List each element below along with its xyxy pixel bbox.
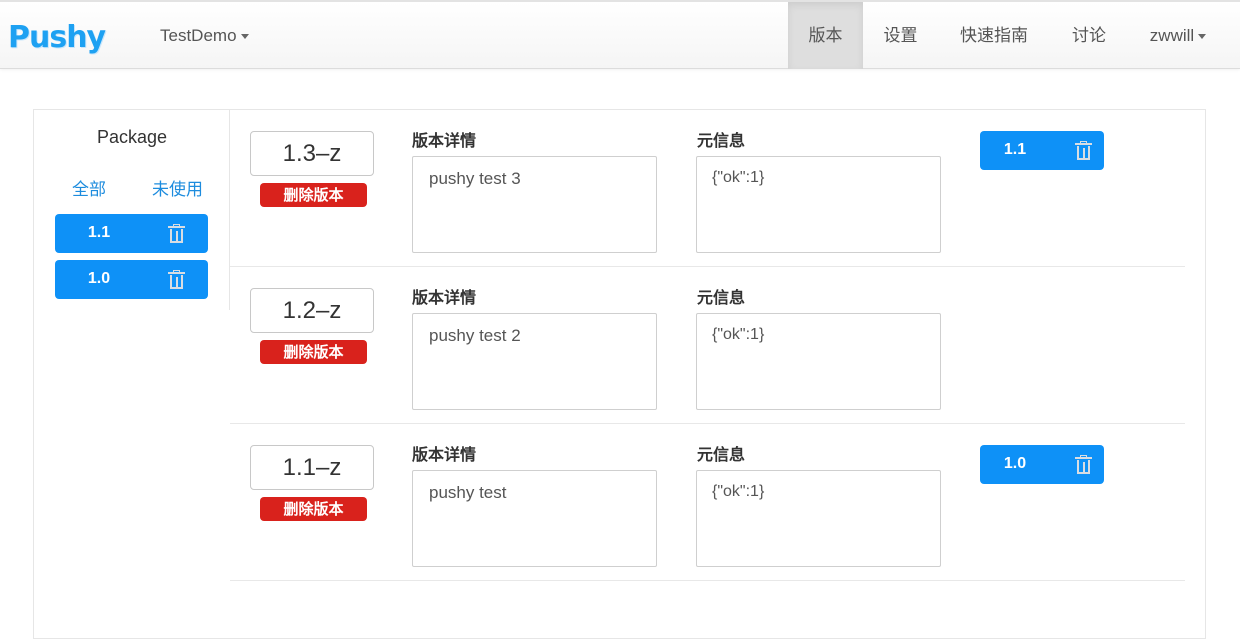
description-label: 版本详情	[412, 288, 477, 307]
top-navbar: Pushy TestDemo 版本 设置 快速指南 讨论 zwwill	[0, 0, 1240, 69]
brand-logo[interactable]: Pushy	[8, 20, 106, 55]
versions-panel: Package 全部 未使用 1.1 1.0 1.3–z 删除版本 版本详情 p…	[33, 109, 1206, 639]
version-row: 1.1–z 删除版本 版本详情 pushy test 元信息 {"ok":1} …	[230, 424, 1185, 581]
app-selector-label: TestDemo	[160, 26, 237, 45]
user-menu-dropdown[interactable]: zwwill	[1128, 2, 1228, 69]
metadata-textarea[interactable]: {"ok":1}	[696, 470, 941, 567]
version-name: 1.2–z	[250, 288, 374, 333]
description-label: 版本详情	[412, 131, 477, 150]
bound-package-button[interactable]: 1.0	[980, 445, 1104, 484]
package-label: 1.1	[87, 224, 111, 241]
caret-down-icon	[240, 34, 249, 40]
version-name: 1.1–z	[250, 445, 374, 490]
bound-package-label: 1.0	[1003, 455, 1027, 472]
package-item-1-0[interactable]: 1.0	[55, 260, 208, 299]
delete-version-button[interactable]: 删除版本	[260, 340, 367, 364]
delete-version-button[interactable]: 删除版本	[260, 183, 367, 207]
version-name: 1.3–z	[250, 131, 374, 176]
description-textarea[interactable]: pushy test	[412, 470, 657, 567]
sidebar-title: Package	[96, 127, 168, 147]
package-item-1-1[interactable]: 1.1	[55, 214, 208, 253]
metadata-label: 元信息	[697, 445, 746, 464]
package-sidebar: Package 全部 未使用 1.1 1.0	[34, 110, 230, 310]
bound-package-label: 1.1	[1003, 141, 1027, 158]
metadata-label: 元信息	[697, 288, 746, 307]
nav-tab-settings[interactable]: 设置	[863, 2, 938, 69]
trash-icon[interactable]	[168, 224, 185, 243]
bound-package-button[interactable]: 1.1	[980, 131, 1104, 170]
filter-unused-link[interactable]: 未使用	[152, 175, 203, 200]
app-selector-dropdown[interactable]: TestDemo	[160, 26, 249, 46]
description-label: 版本详情	[412, 445, 477, 464]
metadata-textarea[interactable]: {"ok":1}	[696, 313, 941, 410]
filter-all-link[interactable]: 全部	[72, 175, 106, 200]
nav-tab-quick-guide[interactable]: 快速指南	[938, 2, 1050, 69]
trash-icon[interactable]	[168, 270, 185, 289]
package-label: 1.0	[87, 270, 111, 287]
trash-icon[interactable]	[1075, 141, 1092, 160]
trash-icon[interactable]	[1075, 455, 1092, 474]
user-name: zwwill	[1149, 26, 1195, 45]
metadata-textarea[interactable]: {"ok":1}	[696, 156, 941, 253]
nav-tab-versions[interactable]: 版本	[788, 2, 863, 69]
description-textarea[interactable]: pushy test 2	[412, 313, 657, 410]
nav-tab-discussion[interactable]: 讨论	[1050, 2, 1128, 69]
caret-down-icon	[1198, 34, 1207, 40]
version-row: 1.2–z 删除版本 版本详情 pushy test 2 元信息 {"ok":1…	[230, 267, 1185, 424]
metadata-label: 元信息	[697, 131, 746, 150]
version-row: 1.3–z 删除版本 版本详情 pushy test 3 元信息 {"ok":1…	[230, 110, 1185, 267]
delete-version-button[interactable]: 删除版本	[260, 497, 367, 521]
description-textarea[interactable]: pushy test 3	[412, 156, 657, 253]
